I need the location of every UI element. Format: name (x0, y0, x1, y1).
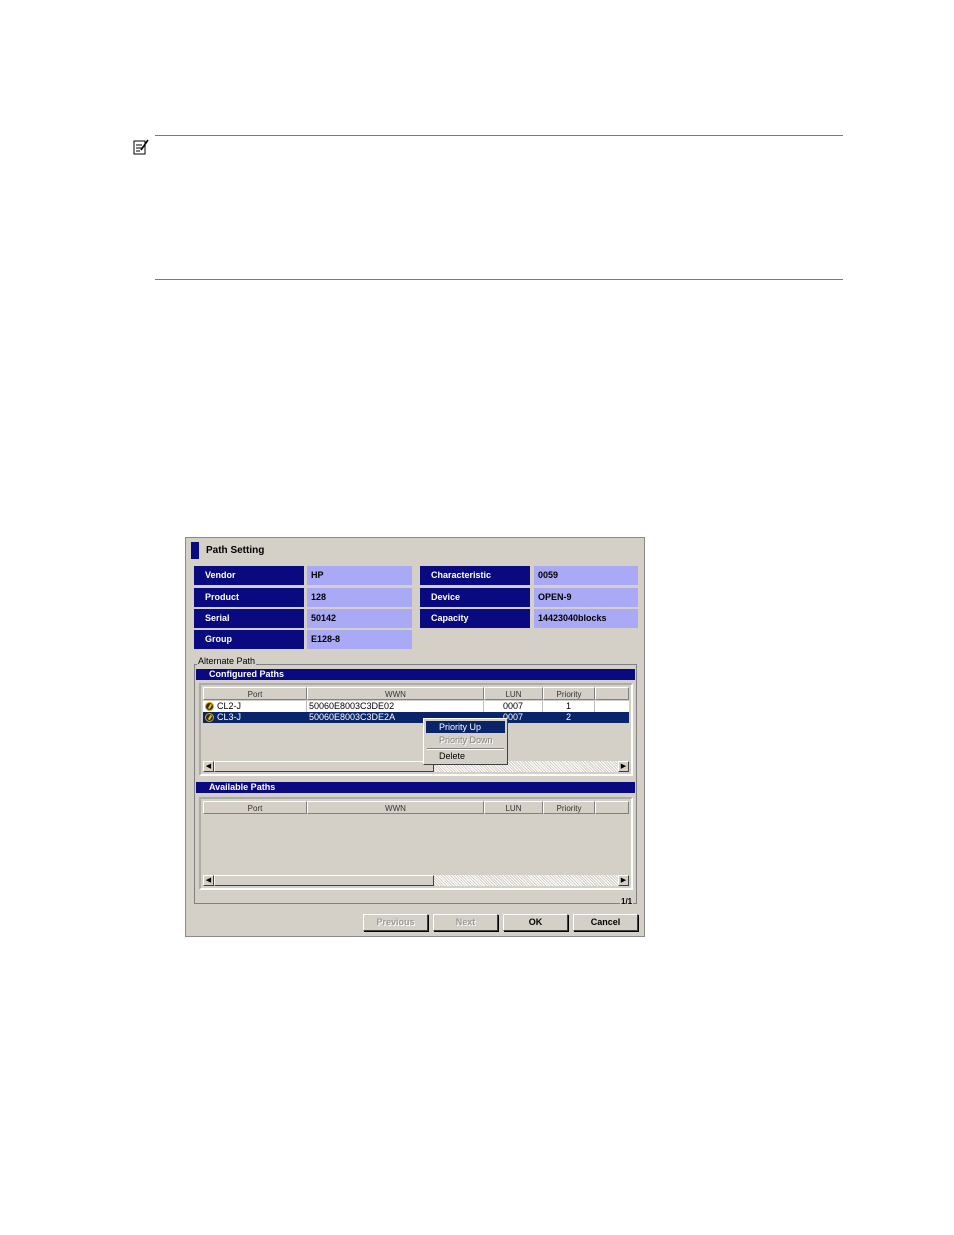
configured-paths-header: Configured Paths (196, 669, 635, 680)
column-header-empty (595, 801, 629, 814)
previous-button[interactable]: Previous (363, 914, 428, 931)
scroll-left-button[interactable]: ◀ (203, 761, 214, 772)
product-value: 128 (307, 588, 412, 607)
capacity-value: 14423040blocks (534, 609, 638, 628)
title-marker (191, 542, 199, 559)
page-indicator: 1/1 (620, 897, 634, 906)
column-header-port[interactable]: Port (203, 687, 307, 700)
device-value: OPEN-9 (534, 588, 638, 607)
available-hscrollbar[interactable]: ◀ ▶ (203, 875, 629, 886)
table-row[interactable]: CL3-J 50060E8003C3DE2A 0007 2 (203, 712, 629, 723)
priority-cell: 2 (543, 712, 595, 723)
available-paths-table: Port WWN LUN Priority ◀ ▶ (199, 797, 633, 890)
capacity-label: Capacity (420, 609, 530, 628)
column-header-empty (595, 687, 629, 700)
characteristic-label: Characteristic (420, 566, 530, 585)
note-bottom-rule (155, 279, 843, 280)
port-cell: CL3-J (203, 712, 307, 723)
port-icon (205, 713, 214, 722)
configured-table-header: Port WWN LUN Priority (203, 687, 629, 700)
group-label: Group (194, 630, 304, 649)
lun-cell: 0007 (484, 701, 543, 712)
device-label: Device (420, 588, 530, 607)
path-setting-dialog: Path Setting Vendor HP Product 128 Seria… (185, 537, 645, 937)
note-icon (133, 139, 149, 155)
port-cell: CL2-J (203, 701, 307, 712)
note-top-rule (155, 135, 843, 136)
column-header-wwn[interactable]: WWN (307, 687, 484, 700)
port-text: CL3-J (217, 712, 242, 722)
serial-label: Serial (194, 609, 304, 628)
configured-hscrollbar[interactable]: ◀ ▶ (203, 761, 629, 772)
column-header-lun[interactable]: LUN (484, 687, 543, 700)
product-label: Product (194, 588, 304, 607)
alternate-path-label: Alternate Path (197, 656, 257, 666)
scroll-thumb[interactable] (214, 875, 434, 886)
scroll-left-button[interactable]: ◀ (203, 875, 214, 886)
scroll-right-button[interactable]: ▶ (618, 761, 629, 772)
column-header-priority[interactable]: Priority (543, 687, 595, 700)
table-row[interactable]: CL2-J 50060E8003C3DE02 0007 1 (203, 701, 629, 712)
context-menu: Priority Up Priority Down Delete (423, 718, 508, 765)
priority-cell: 1 (543, 701, 595, 712)
scroll-right-button[interactable]: ▶ (618, 875, 629, 886)
available-table-header: Port WWN LUN Priority (203, 801, 629, 814)
column-header-wwn[interactable]: WWN (307, 801, 484, 814)
scroll-thumb[interactable] (214, 761, 434, 772)
menu-item-delete[interactable]: Delete (426, 750, 505, 762)
configured-paths-table: Port WWN LUN Priority CL2-J 50060E8003C3… (199, 683, 633, 776)
column-header-port[interactable]: Port (203, 801, 307, 814)
dialog-title: Path Setting (206, 545, 265, 556)
menu-item-priority-down[interactable]: Priority Down (426, 734, 505, 746)
ok-button[interactable]: OK (503, 914, 568, 931)
menu-item-priority-up[interactable]: Priority Up (426, 721, 505, 733)
column-header-priority[interactable]: Priority (543, 801, 595, 814)
serial-value: 50142 (307, 609, 412, 628)
vendor-value: HP (307, 566, 412, 585)
port-icon (205, 702, 214, 711)
available-paths-header: Available Paths (196, 782, 635, 793)
port-text: CL2-J (217, 701, 242, 711)
column-header-lun[interactable]: LUN (484, 801, 543, 814)
wwn-cell: 50060E8003C3DE02 (307, 701, 484, 712)
cancel-button[interactable]: Cancel (573, 914, 638, 931)
next-button[interactable]: Next (433, 914, 498, 931)
group-value: E128-8 (307, 630, 412, 649)
characteristic-value: 0059 (534, 566, 638, 585)
vendor-label: Vendor (194, 566, 304, 585)
